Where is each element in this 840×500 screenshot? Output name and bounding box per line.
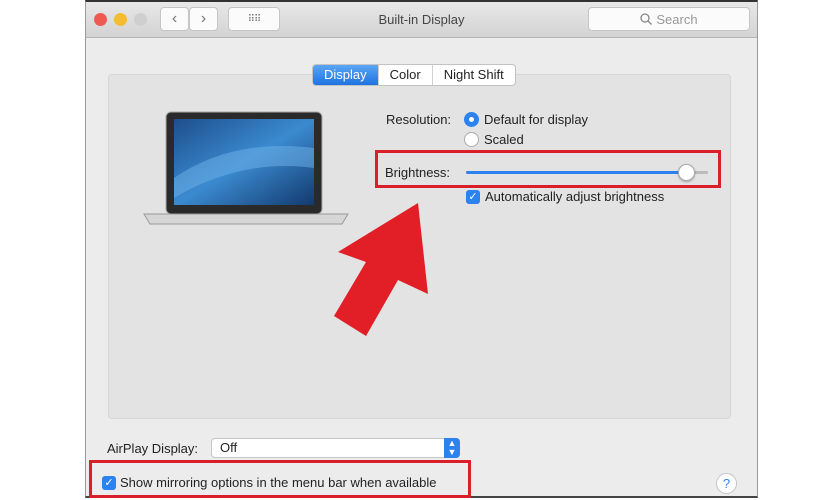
red-arrow-annotation xyxy=(334,203,428,336)
arrow-icon xyxy=(334,203,428,336)
